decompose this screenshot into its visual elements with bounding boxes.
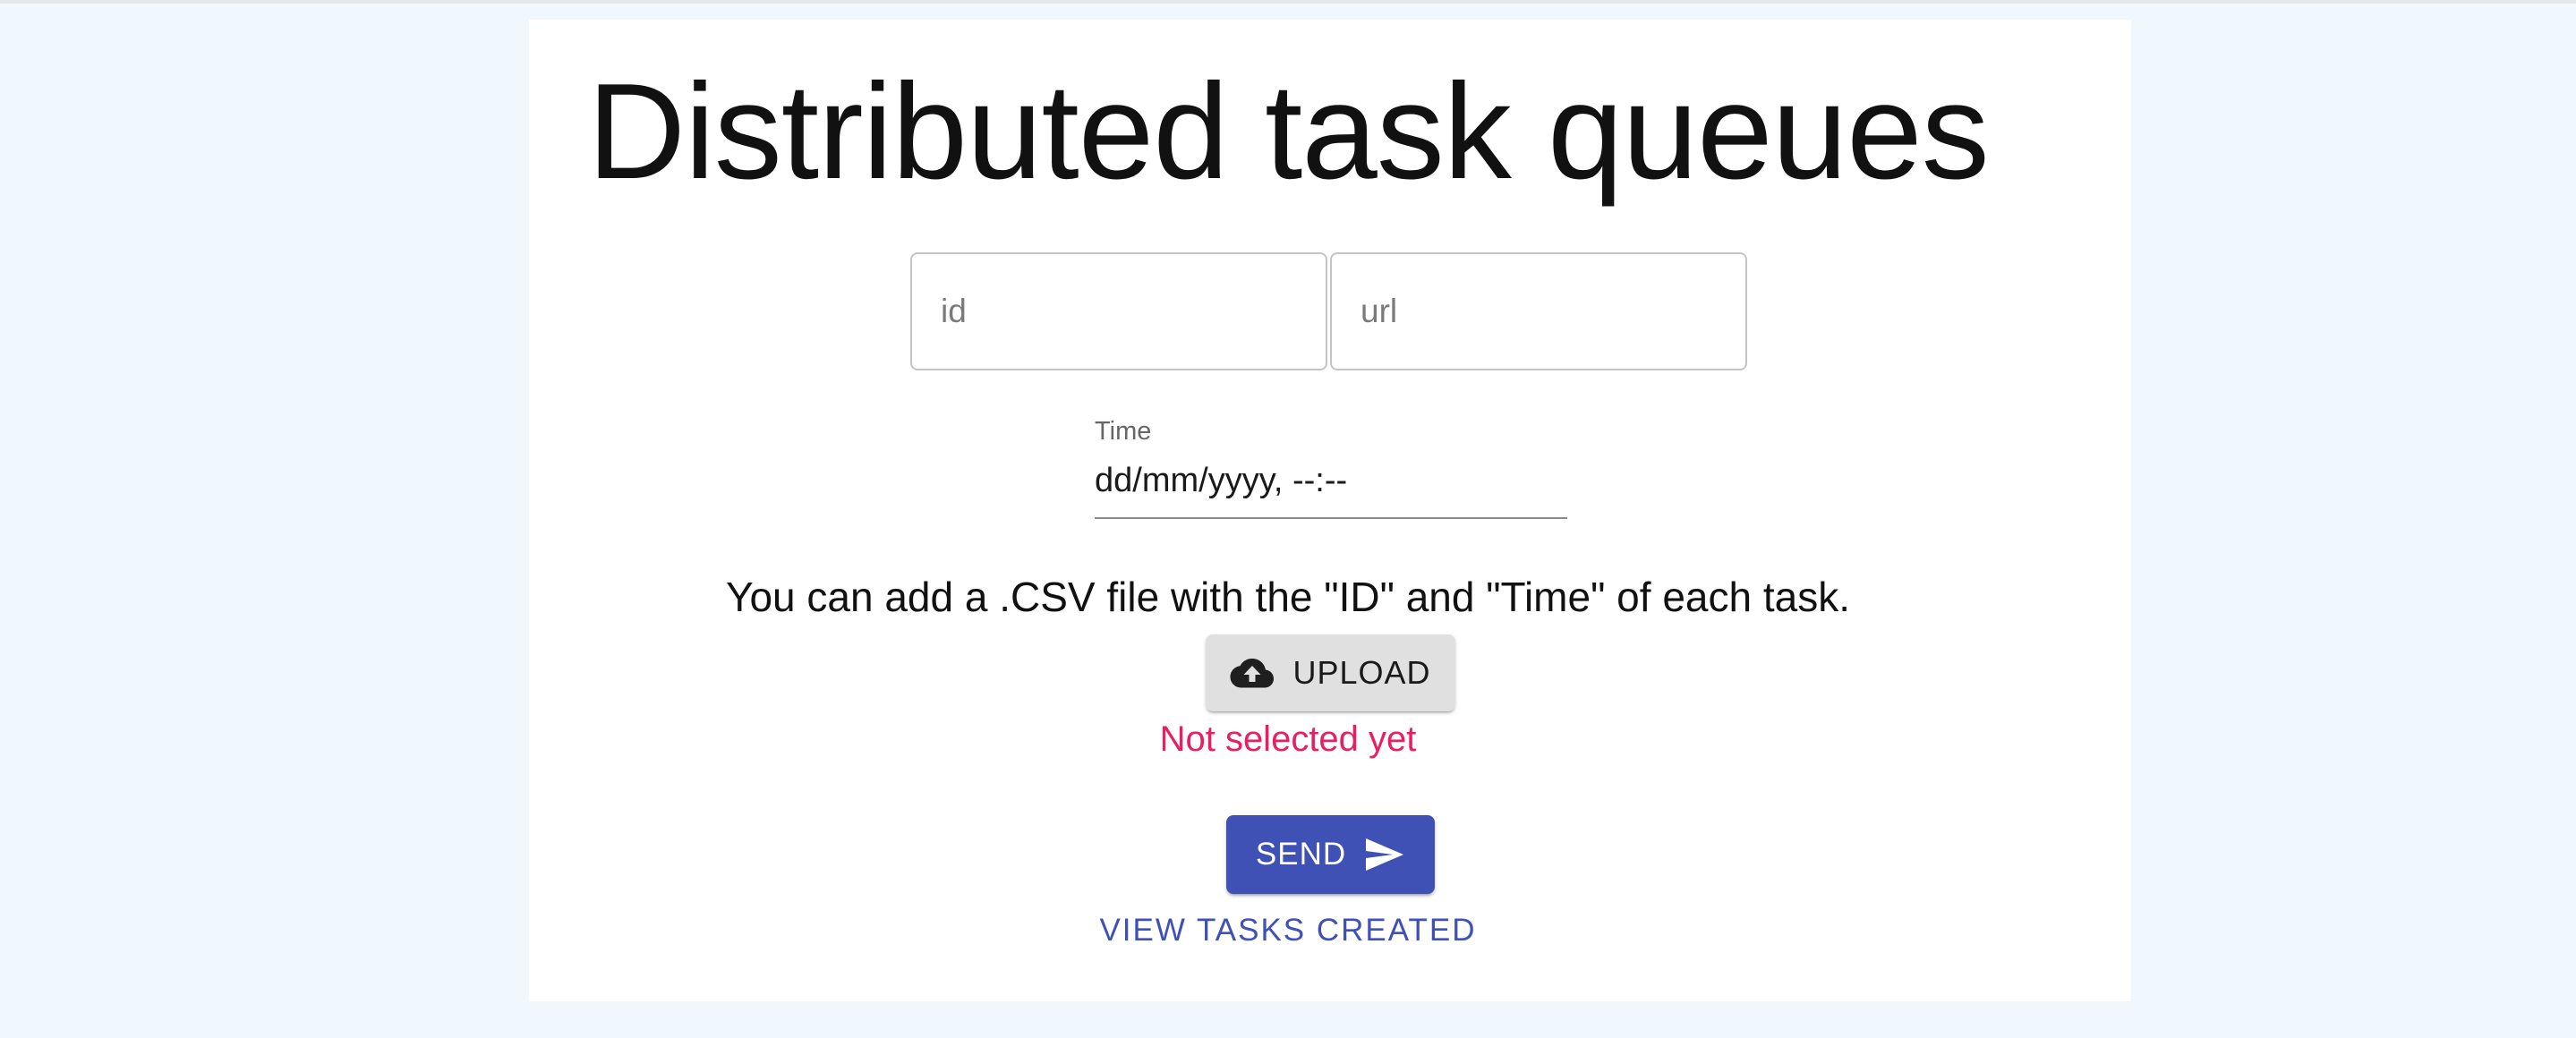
send-icon: [1364, 837, 1405, 872]
upload-status-text: Not selected yet: [1159, 719, 1417, 759]
time-label: Time: [1095, 417, 1152, 446]
id-field: [910, 252, 1327, 370]
csv-info-text: You can add a .CSV file with the "ID" an…: [725, 574, 1850, 620]
top-divider: [0, 0, 2576, 4]
url-input[interactable]: [1332, 254, 1745, 369]
send-button[interactable]: SEND: [1226, 815, 1435, 894]
url-field: [1330, 252, 1747, 370]
id-input[interactable]: [912, 254, 1326, 369]
time-input[interactable]: dd/mm/yyyy, --:--: [1095, 462, 1567, 500]
view-tasks-link[interactable]: VIEW TASKS CREATED: [0, 913, 2576, 949]
cloud-upload-icon: [1230, 655, 1275, 691]
time-input-underline: [1095, 517, 1567, 519]
page-title: Distributed task queues: [587, 55, 1989, 208]
upload-button[interactable]: UPLOAD: [1206, 634, 1455, 711]
upload-button-label: UPLOAD: [1292, 654, 1431, 691]
send-button-label: SEND: [1255, 837, 1347, 872]
